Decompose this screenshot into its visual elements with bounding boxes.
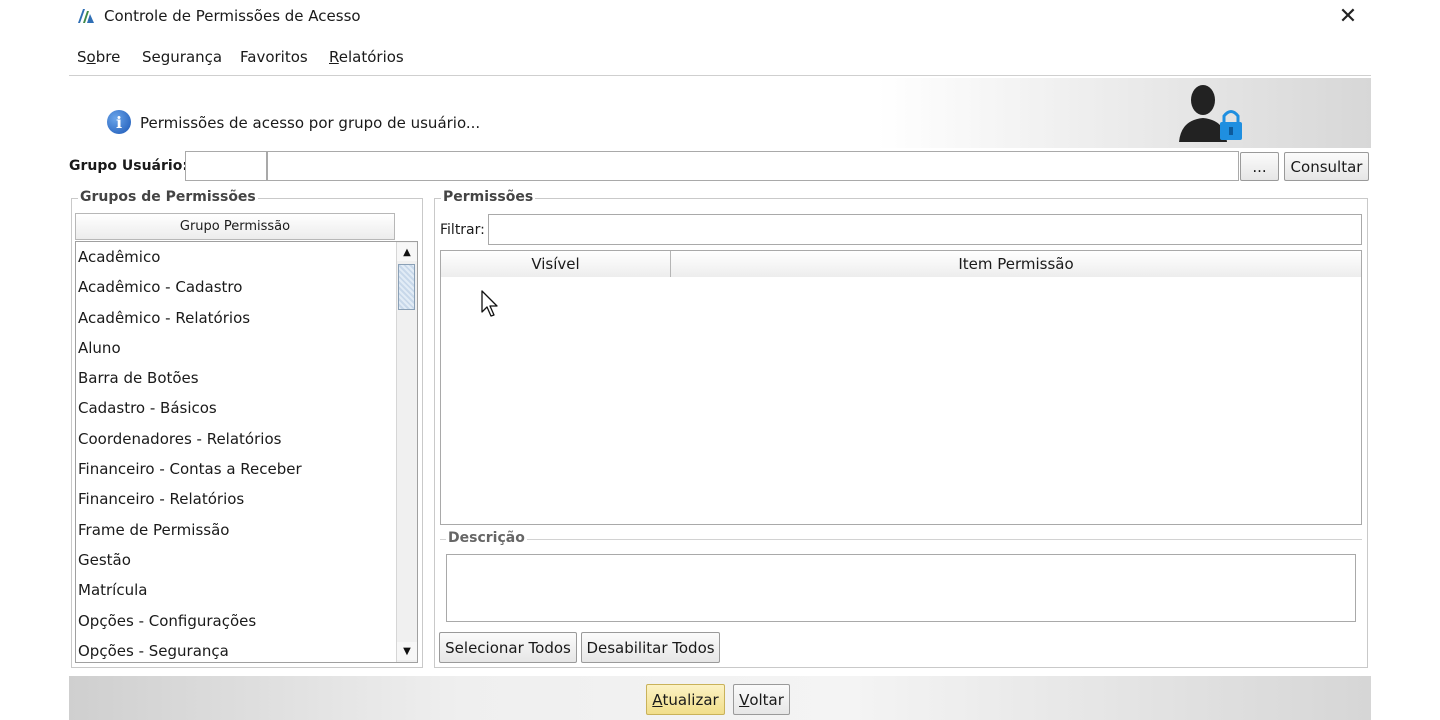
- voltar-accel: V: [739, 690, 750, 709]
- permissions-table-header: Visível Item Permissão: [440, 250, 1362, 278]
- menu-favoritos-label: Favoritos: [240, 48, 308, 66]
- list-item[interactable]: Cadastro - Básicos: [76, 393, 398, 423]
- scroll-thumb[interactable]: [398, 264, 415, 310]
- list-item[interactable]: Aluno: [76, 333, 398, 363]
- user-group-row: Grupo Usuário: ... Consultar: [69, 150, 1371, 182]
- list-item[interactable]: Financeiro - Relatórios: [76, 484, 398, 514]
- description-field[interactable]: [446, 554, 1356, 622]
- title-bar: Controle de Permissões de Acesso ✕: [69, 0, 1371, 32]
- list-item[interactable]: Barra de Botões: [76, 363, 398, 393]
- list-item[interactable]: Opções - Segurança: [76, 636, 398, 662]
- select-all-button[interactable]: Selecionar Todos: [439, 632, 577, 663]
- atualizar-label: tualizar: [662, 690, 719, 709]
- consultar-button[interactable]: Consultar: [1284, 152, 1369, 181]
- disable-all-button[interactable]: Desabilitar Todos: [581, 632, 720, 663]
- menu-divider: [69, 75, 1371, 76]
- atualizar-accel: A: [652, 690, 663, 709]
- menu-relatorios[interactable]: Relatórios: [329, 48, 404, 66]
- permissions-table-body[interactable]: [440, 277, 1362, 525]
- list-item[interactable]: Financeiro - Contas a Receber: [76, 454, 398, 484]
- info-icon: i: [107, 110, 131, 134]
- list-item[interactable]: Acadêmico: [76, 242, 398, 272]
- voltar-button[interactable]: Voltar: [733, 684, 790, 715]
- browse-button[interactable]: ...: [1240, 152, 1279, 181]
- app-logo-icon: [78, 9, 94, 23]
- description-divider: [440, 539, 1362, 540]
- vertical-scrollbar[interactable]: ▲ ▼: [396, 242, 417, 662]
- filter-input[interactable]: [488, 214, 1362, 245]
- permission-group-column-header[interactable]: Grupo Permissão: [75, 213, 395, 240]
- close-button[interactable]: ✕: [1325, 0, 1371, 32]
- scroll-up-icon[interactable]: ▲: [397, 243, 417, 261]
- permission-group-list[interactable]: Acadêmico Acadêmico - Cadastro Acadêmico -…: [75, 241, 418, 663]
- main-window: Controle de Permissões de Acesso ✕ Sobre…: [69, 0, 1371, 720]
- menu-sobre-label-b: bre: [95, 48, 121, 66]
- menu-sobre-accel: o: [86, 48, 96, 66]
- column-visivel[interactable]: Visível: [441, 251, 671, 277]
- list-item[interactable]: Matrícula: [76, 575, 398, 605]
- window-title: Controle de Permissões de Acesso: [104, 7, 361, 25]
- close-icon: ✕: [1338, 3, 1358, 29]
- user-group-name-field[interactable]: [267, 151, 1239, 181]
- menu-seguranca[interactable]: Segurança: [142, 48, 222, 66]
- menu-bar: Sobre Segurança Favoritos Relatórios: [69, 42, 1371, 72]
- list-item[interactable]: Opções - Configurações: [76, 606, 398, 636]
- header-banner: i Permissões de acesso por grupo de usuá…: [69, 78, 1371, 148]
- list-item[interactable]: Acadêmico - Cadastro: [76, 272, 398, 302]
- atualizar-button[interactable]: Atualizar: [646, 684, 725, 715]
- permission-groups-title: Grupos de Permissões: [78, 189, 258, 205]
- menu-relatorios-label: elatórios: [338, 48, 404, 66]
- user-group-code-field[interactable]: [185, 151, 267, 181]
- list-item[interactable]: Acadêmico - Relatórios: [76, 303, 398, 333]
- scroll-down-icon[interactable]: ▼: [397, 642, 417, 660]
- menu-seguranca-label: Segurança: [142, 48, 223, 66]
- filter-label: Filtrar:: [440, 222, 485, 238]
- menu-favoritos[interactable]: Favoritos: [240, 48, 308, 66]
- list-item[interactable]: Frame de Permissão: [76, 515, 398, 545]
- menu-relatorios-accel: R: [329, 48, 339, 66]
- menu-sobre-label-a: S: [77, 48, 87, 66]
- user-lock-icon: [1179, 85, 1242, 142]
- voltar-label: oltar: [749, 690, 784, 709]
- description-title: Descrição: [446, 530, 527, 546]
- mouse-cursor-icon: [481, 290, 498, 317]
- list-item[interactable]: Gestão: [76, 545, 398, 575]
- footer-bar: Atualizar Voltar: [69, 676, 1371, 720]
- list-item[interactable]: Coordenadores - Relatórios: [76, 424, 398, 454]
- menu-sobre[interactable]: Sobre: [77, 48, 120, 66]
- info-icon-glyph: i: [115, 112, 123, 132]
- permission-group-items: Acadêmico Acadêmico - Cadastro Acadêmico -…: [76, 242, 398, 662]
- column-item-permissao[interactable]: Item Permissão: [671, 251, 1361, 277]
- banner-text: Permissões de acesso por grupo de usuári…: [140, 114, 481, 132]
- permissions-title: Permissões: [441, 189, 536, 205]
- user-group-label: Grupo Usuário:: [69, 158, 188, 174]
